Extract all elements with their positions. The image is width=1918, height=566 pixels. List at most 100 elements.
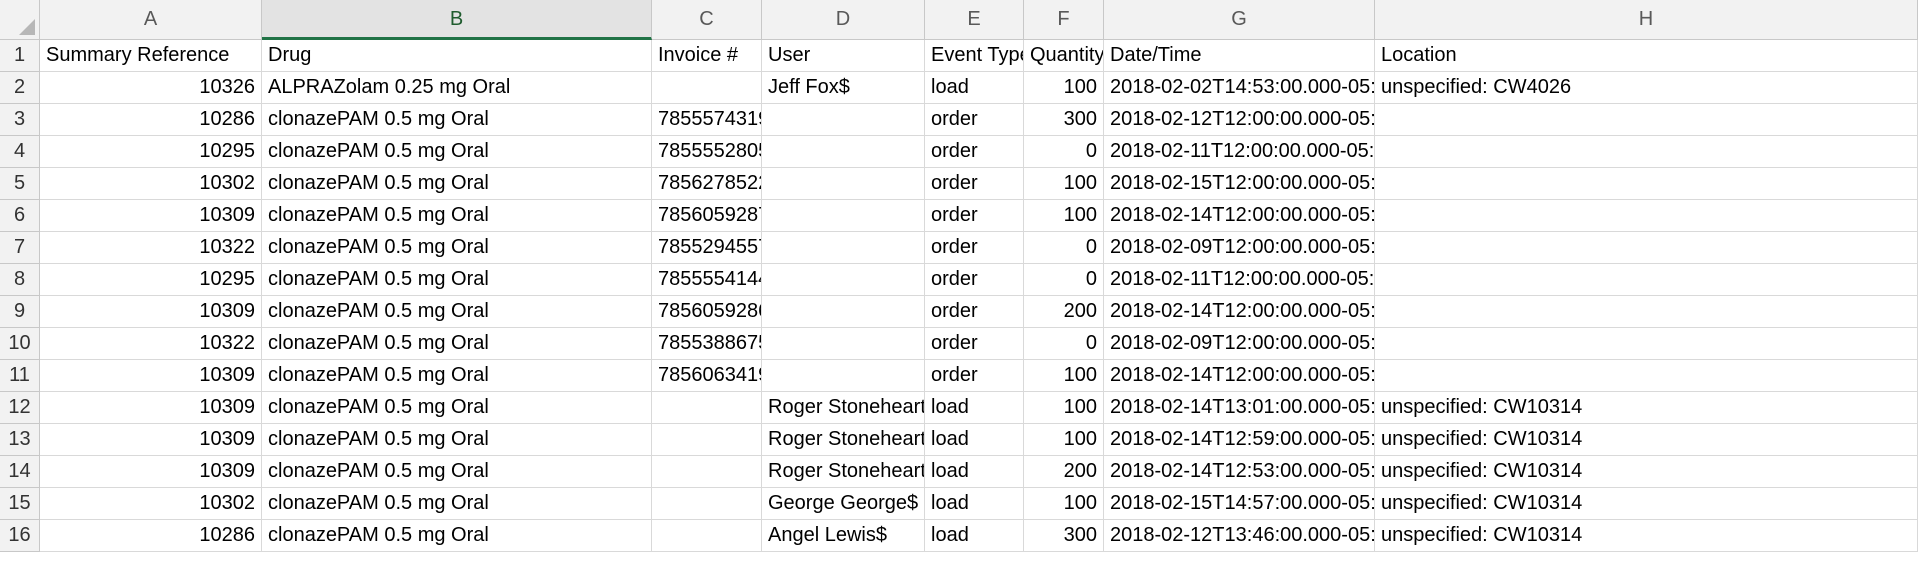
row-number[interactable]: 12 bbox=[0, 392, 40, 424]
row-number[interactable]: 2 bbox=[0, 72, 40, 104]
row-number[interactable]: 13 bbox=[0, 424, 40, 456]
cell-d[interactable] bbox=[762, 200, 925, 232]
cell-h[interactable] bbox=[1375, 200, 1918, 232]
row-number[interactable]: 16 bbox=[0, 520, 40, 552]
cell-e[interactable]: order bbox=[925, 296, 1024, 328]
column-header-e[interactable]: E bbox=[925, 0, 1024, 40]
cell-b[interactable]: clonazePAM 0.5 mg Oral bbox=[262, 104, 652, 136]
cell-b[interactable]: clonazePAM 0.5 mg Oral bbox=[262, 232, 652, 264]
cell-c[interactable]: 7855554144 bbox=[652, 264, 762, 296]
row-number[interactable]: 15 bbox=[0, 488, 40, 520]
cell-g[interactable]: 2018-02-12T12:00:00.000-05:00 bbox=[1104, 104, 1375, 136]
cell-a[interactable]: 10302 bbox=[40, 168, 262, 200]
cell-e[interactable]: order bbox=[925, 168, 1024, 200]
cell-d[interactable]: Angel Lewis$ bbox=[762, 520, 925, 552]
cell-f[interactable]: 100 bbox=[1024, 488, 1104, 520]
cell-h[interactable] bbox=[1375, 104, 1918, 136]
cell-c[interactable]: 7856059287 bbox=[652, 200, 762, 232]
cell-c[interactable] bbox=[652, 456, 762, 488]
cell-h[interactable] bbox=[1375, 328, 1918, 360]
row-number[interactable]: 5 bbox=[0, 168, 40, 200]
cell-h[interactable]: unspecified: CW4026 bbox=[1375, 72, 1918, 104]
cell-h[interactable] bbox=[1375, 136, 1918, 168]
cell-c[interactable]: 7855552805 bbox=[652, 136, 762, 168]
cell-e[interactable]: order bbox=[925, 360, 1024, 392]
cell-c[interactable] bbox=[652, 72, 762, 104]
cell-a[interactable]: 10286 bbox=[40, 104, 262, 136]
cell-b[interactable]: clonazePAM 0.5 mg Oral bbox=[262, 328, 652, 360]
row-number[interactable]: 8 bbox=[0, 264, 40, 296]
column-header-b[interactable]: B bbox=[262, 0, 652, 40]
cell-d[interactable] bbox=[762, 296, 925, 328]
cell-a[interactable]: 10322 bbox=[40, 328, 262, 360]
cell-e[interactable]: order bbox=[925, 200, 1024, 232]
cell-a[interactable]: 10302 bbox=[40, 488, 262, 520]
cell-f[interactable]: 100 bbox=[1024, 72, 1104, 104]
cell-b[interactable]: clonazePAM 0.5 mg Oral bbox=[262, 136, 652, 168]
cell-d[interactable] bbox=[762, 168, 925, 200]
cell-g[interactable]: 2018-02-14T12:53:00.000-05:00 bbox=[1104, 456, 1375, 488]
cell-d[interactable]: Jeff Fox$ bbox=[762, 72, 925, 104]
cell-c[interactable]: 7856063419 bbox=[652, 360, 762, 392]
cell-c[interactable]: 7855574319 bbox=[652, 104, 762, 136]
cell-h[interactable]: unspecified: CW10314 bbox=[1375, 392, 1918, 424]
cell-a[interactable]: 10309 bbox=[40, 456, 262, 488]
cell-d[interactable] bbox=[762, 104, 925, 136]
row-number[interactable]: 1 bbox=[0, 40, 40, 72]
cell-b[interactable]: clonazePAM 0.5 mg Oral bbox=[262, 456, 652, 488]
cell-b[interactable]: ALPRAZolam 0.25 mg Oral bbox=[262, 72, 652, 104]
cell-b[interactable]: clonazePAM 0.5 mg Oral bbox=[262, 360, 652, 392]
cell-c[interactable]: 7856059286 bbox=[652, 296, 762, 328]
cell-d[interactable] bbox=[762, 264, 925, 296]
cell-d[interactable]: Roger Stoneheart$ bbox=[762, 456, 925, 488]
cell-f[interactable]: 100 bbox=[1024, 424, 1104, 456]
cell-c[interactable] bbox=[652, 520, 762, 552]
cell-h[interactable] bbox=[1375, 232, 1918, 264]
cell-f[interactable]: 0 bbox=[1024, 136, 1104, 168]
cell-g[interactable]: 2018-02-14T12:00:00.000-05:00 bbox=[1104, 360, 1375, 392]
cell-f[interactable]: 100 bbox=[1024, 360, 1104, 392]
header-cell-h[interactable]: Location bbox=[1375, 40, 1918, 72]
cell-e[interactable]: order bbox=[925, 104, 1024, 136]
cell-h[interactable] bbox=[1375, 168, 1918, 200]
cell-g[interactable]: 2018-02-14T12:00:00.000-05:00 bbox=[1104, 200, 1375, 232]
cell-d[interactable]: Roger Stoneheart$ bbox=[762, 392, 925, 424]
cell-f[interactable]: 0 bbox=[1024, 232, 1104, 264]
cell-e[interactable]: order bbox=[925, 232, 1024, 264]
cell-a[interactable]: 10295 bbox=[40, 264, 262, 296]
cell-e[interactable]: load bbox=[925, 488, 1024, 520]
cell-b[interactable]: clonazePAM 0.5 mg Oral bbox=[262, 520, 652, 552]
cell-b[interactable]: clonazePAM 0.5 mg Oral bbox=[262, 392, 652, 424]
column-header-a[interactable]: A bbox=[40, 0, 262, 40]
cell-g[interactable]: 2018-02-14T12:00:00.000-05:00 bbox=[1104, 296, 1375, 328]
header-cell-a[interactable]: Summary Reference bbox=[40, 40, 262, 72]
column-header-c[interactable]: C bbox=[652, 0, 762, 40]
cell-e[interactable]: order bbox=[925, 136, 1024, 168]
cell-g[interactable]: 2018-02-15T12:00:00.000-05:00 bbox=[1104, 168, 1375, 200]
header-cell-g[interactable]: Date/Time bbox=[1104, 40, 1375, 72]
cell-h[interactable]: unspecified: CW10314 bbox=[1375, 488, 1918, 520]
cell-e[interactable]: order bbox=[925, 328, 1024, 360]
cell-b[interactable]: clonazePAM 0.5 mg Oral bbox=[262, 168, 652, 200]
cell-a[interactable]: 10309 bbox=[40, 392, 262, 424]
cell-e[interactable]: load bbox=[925, 456, 1024, 488]
cell-f[interactable]: 0 bbox=[1024, 328, 1104, 360]
select-all-corner[interactable] bbox=[0, 0, 40, 40]
cell-b[interactable]: clonazePAM 0.5 mg Oral bbox=[262, 264, 652, 296]
row-number[interactable]: 3 bbox=[0, 104, 40, 136]
cell-e[interactable]: load bbox=[925, 424, 1024, 456]
cell-d[interactable] bbox=[762, 328, 925, 360]
cell-a[interactable]: 10286 bbox=[40, 520, 262, 552]
cell-e[interactable]: load bbox=[925, 520, 1024, 552]
cell-h[interactable]: unspecified: CW10314 bbox=[1375, 456, 1918, 488]
cell-h[interactable]: unspecified: CW10314 bbox=[1375, 520, 1918, 552]
cell-h[interactable] bbox=[1375, 296, 1918, 328]
cell-c[interactable]: 7855294557 bbox=[652, 232, 762, 264]
row-number[interactable]: 6 bbox=[0, 200, 40, 232]
cell-h[interactable] bbox=[1375, 264, 1918, 296]
cell-f[interactable]: 100 bbox=[1024, 392, 1104, 424]
cell-g[interactable]: 2018-02-14T13:01:00.000-05:00 bbox=[1104, 392, 1375, 424]
cell-e[interactable]: order bbox=[925, 264, 1024, 296]
cell-g[interactable]: 2018-02-11T12:00:00.000-05:00 bbox=[1104, 264, 1375, 296]
cell-a[interactable]: 10322 bbox=[40, 232, 262, 264]
